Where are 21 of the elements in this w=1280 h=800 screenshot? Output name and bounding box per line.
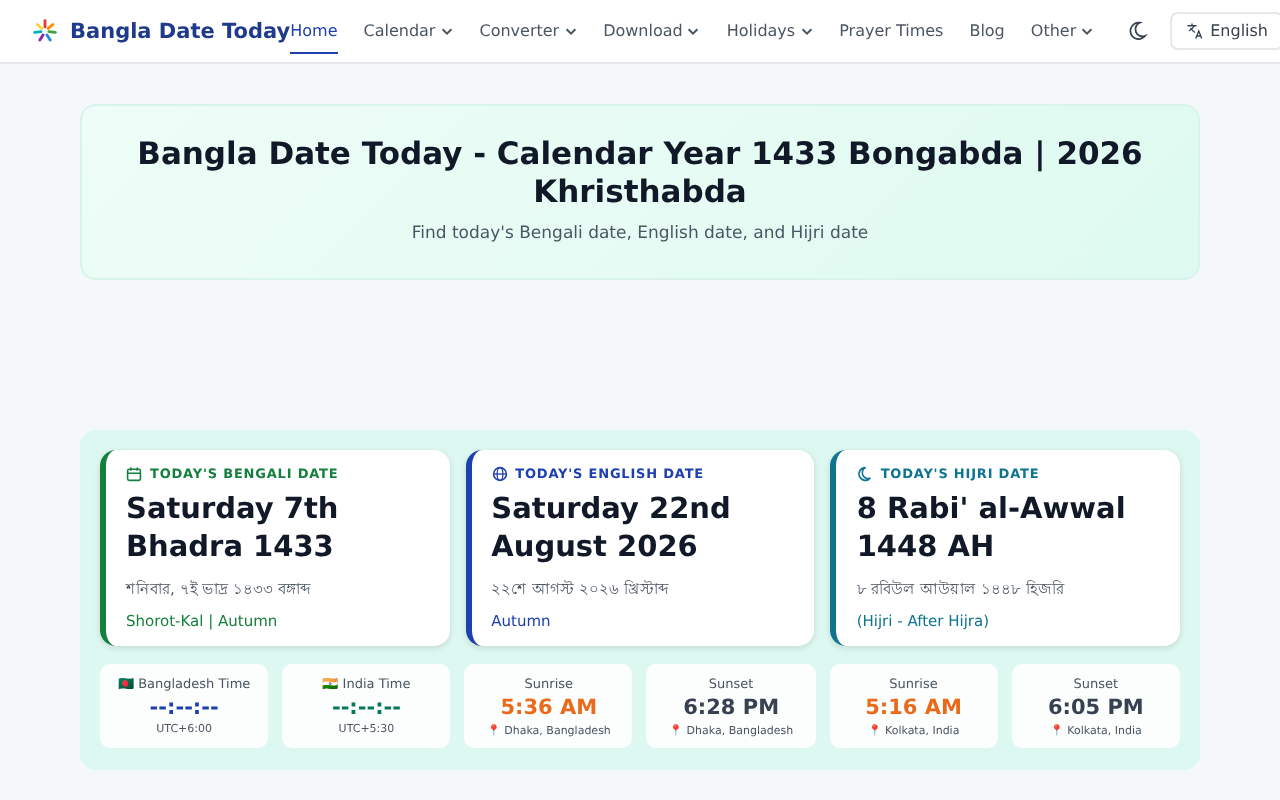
language-button[interactable]: English bbox=[1170, 12, 1280, 50]
page-subtitle: Find today's Bengali date, English date, and Hijri date bbox=[409, 224, 871, 244]
nav-link[interactable]: Prayer Times bbox=[839, 9, 944, 53]
date-text: Saturday 7th Bhadra 1433 bbox=[126, 492, 341, 568]
time-value: 6:05 PM bbox=[1047, 695, 1144, 719]
date-text: 8 Rabi' al-Awwal 1448 AH bbox=[856, 492, 1128, 568]
nav-link[interactable]: Home bbox=[290, 9, 338, 53]
time-value: --:--:-- bbox=[149, 696, 219, 720]
nav-link[interactable]: Blog bbox=[969, 9, 1005, 53]
time-value: 5:16 AM bbox=[865, 695, 962, 719]
nav-link[interactable]: Holidays bbox=[726, 9, 814, 53]
date-text: Saturday 22nd August 2026 bbox=[491, 492, 733, 568]
time-value: --:--:-- bbox=[331, 696, 402, 720]
nav-link[interactable]: Converter bbox=[479, 9, 578, 53]
time-value: 6:28 PM bbox=[683, 695, 780, 719]
nav-link[interactable]: Download bbox=[603, 9, 701, 53]
time-value: 5:36 AM bbox=[500, 695, 598, 719]
page-title: Bangla Date Today - Calendar Year 1433 Bongabda | 2026 Khristhabda bbox=[135, 136, 1145, 212]
nav-link[interactable]: Other bbox=[1030, 9, 1095, 53]
brand-name[interactable]: Bangla Date Today bbox=[70, 19, 291, 43]
nav-link[interactable]: Calendar bbox=[363, 9, 454, 53]
